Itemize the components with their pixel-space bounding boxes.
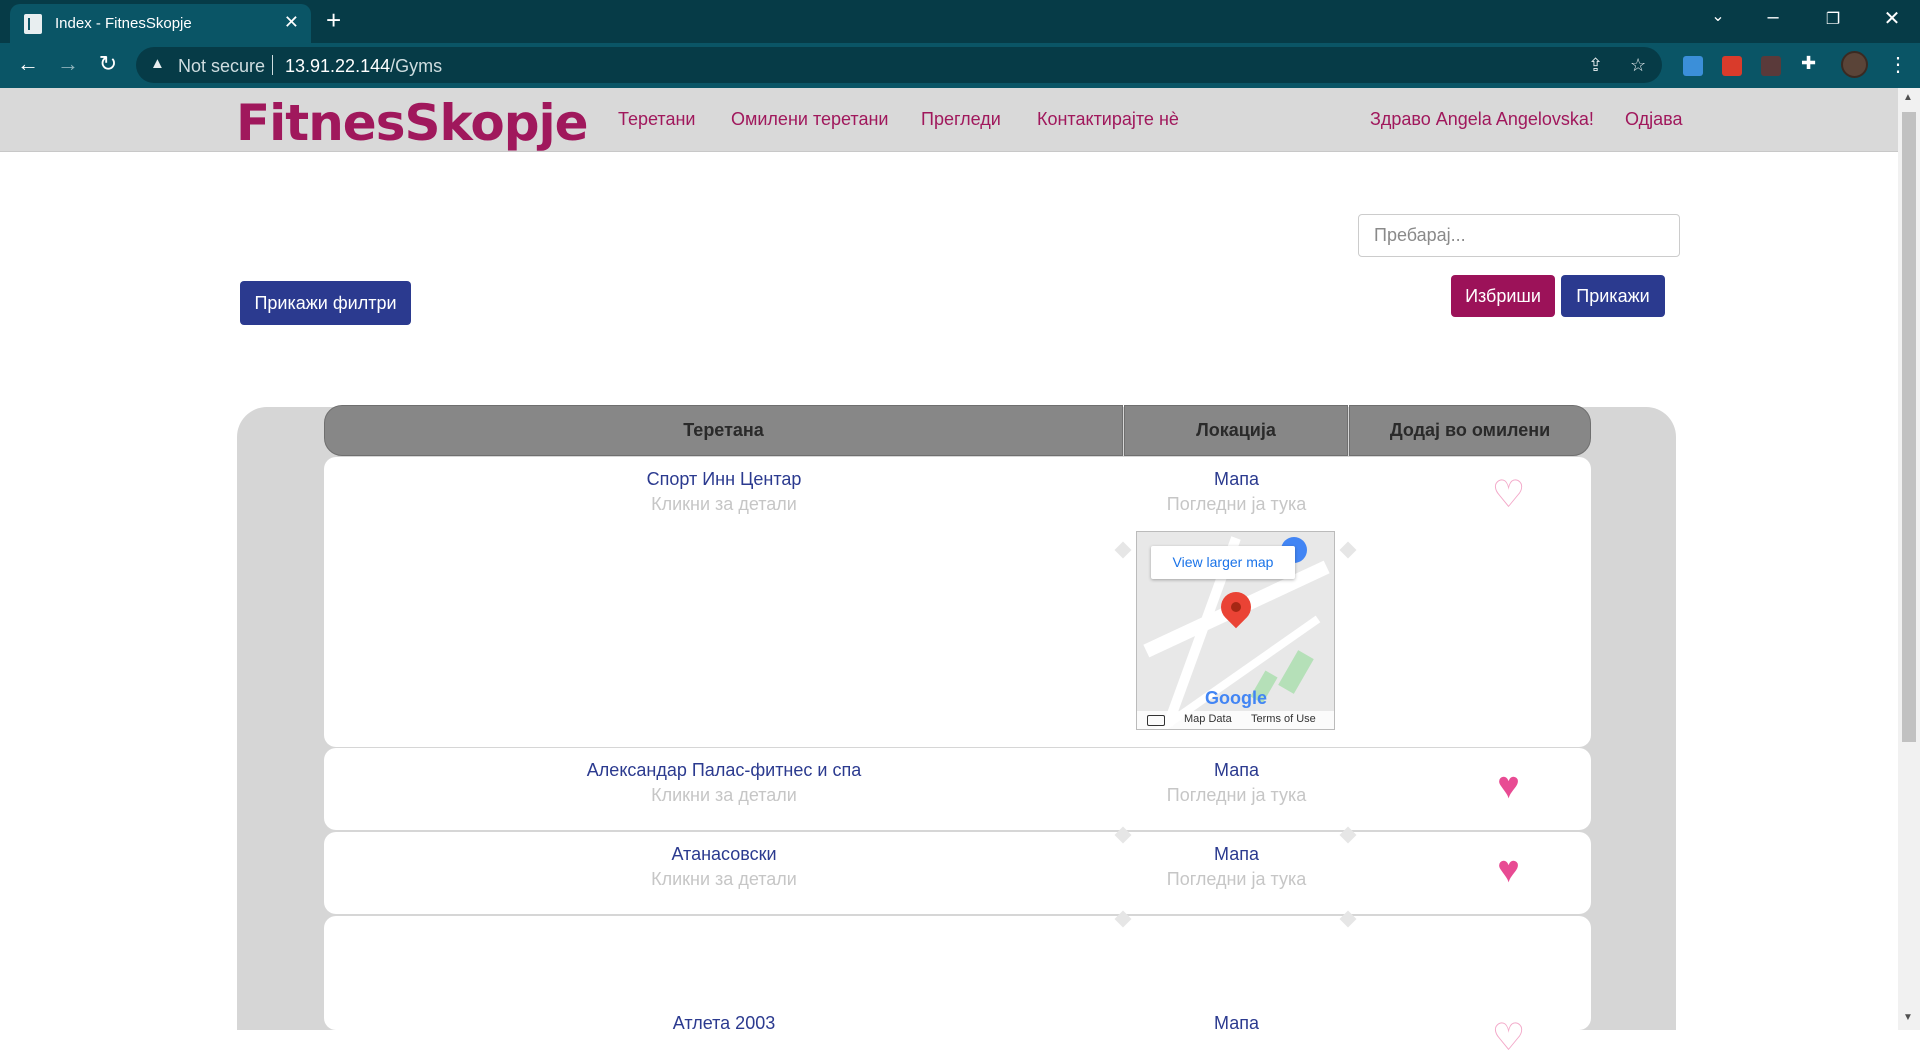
share-icon[interactable]: ⇪	[1588, 55, 1603, 76]
restore-icon[interactable]: ❐	[1813, 9, 1853, 29]
nav-favorite-gyms[interactable]: Омилени теретани	[731, 109, 888, 130]
map-footer: Map Data Terms of Use	[1137, 711, 1334, 729]
search-input[interactable]	[1358, 214, 1680, 257]
keyboard-icon[interactable]	[1147, 715, 1165, 726]
table-row: Атлета 2003 Мапа ♡	[324, 916, 1591, 1058]
user-greeting[interactable]: Здраво Angela Angelovska!	[1370, 109, 1594, 130]
nav-reviews[interactable]: Прегледи	[921, 109, 1001, 130]
reload-icon[interactable]: ↻	[93, 51, 123, 77]
map-hint[interactable]: Погледни ја тука	[1124, 494, 1349, 515]
extension-icon[interactable]	[1722, 56, 1742, 76]
extension-icon[interactable]	[1683, 56, 1703, 76]
url-path: /Gyms	[390, 56, 443, 76]
menu-icon[interactable]: ⋮	[1888, 52, 1908, 77]
map-embed[interactable]: View larger map Google Map Data Terms of…	[1136, 531, 1335, 730]
close-icon[interactable]: ✕	[284, 12, 299, 33]
table-row: Спорт Инн Центар Кликни за детали Мапа П…	[324, 457, 1591, 747]
forward-icon[interactable]: →	[53, 51, 83, 77]
gym-details-link[interactable]: Кликни за детали	[324, 785, 1124, 806]
scrollbar-thumb[interactable]	[1902, 112, 1916, 742]
map-park	[1278, 650, 1314, 694]
browser-tab[interactable]: Index - FitnesSkopje ✕	[10, 4, 311, 43]
gym-name-link[interactable]: Александар Палас-фитнес и спа	[324, 760, 1124, 781]
nav-gyms[interactable]: Теретани	[618, 109, 695, 130]
heart-outline-icon[interactable]: ♡	[1426, 1018, 1591, 1058]
header-favorite: Додај во омилени	[1349, 405, 1591, 456]
tab-title: Index - FitnesSkopje	[55, 15, 192, 32]
show-filters-button[interactable]: Прикажи филтри	[240, 281, 411, 325]
browser-tab-bar: Index - FitnesSkopje ✕ + ⌄ – ❐ ✕	[0, 0, 1920, 43]
puzzle-icon[interactable]: ✚	[1801, 53, 1821, 73]
page-icon	[24, 14, 42, 34]
star-icon[interactable]: ☆	[1630, 55, 1646, 76]
address-bar[interactable]: ▲ Not secure 13.91.22.144/Gyms ⇪ ☆	[136, 47, 1662, 83]
gym-name-link[interactable]: Атанасовски	[324, 844, 1124, 865]
minimize-icon[interactable]: –	[1753, 6, 1793, 29]
security-label: Not secure	[178, 56, 266, 76]
nav-contact[interactable]: Контактирајте нè	[1037, 109, 1179, 130]
heart-filled-icon[interactable]: ♥	[1426, 766, 1591, 806]
map-link[interactable]: Мапа	[1124, 760, 1349, 781]
extension-icon[interactable]	[1761, 56, 1781, 76]
show-button[interactable]: Прикажи	[1561, 275, 1665, 317]
table-row: Александар Палас-фитнес и спа Кликни за …	[324, 748, 1591, 830]
map-data-link[interactable]: Map Data	[1184, 713, 1232, 725]
terms-link[interactable]: Terms of Use	[1251, 713, 1316, 725]
table-row: Атанасовски Кликни за детали Мапа Поглед…	[324, 832, 1591, 914]
new-tab-button[interactable]: +	[326, 5, 341, 36]
header-gym: Теретана	[324, 405, 1123, 456]
google-logo-text: Google	[1205, 688, 1267, 708]
gym-name-link[interactable]: Атлета 2003	[324, 1013, 1124, 1034]
scroll-up-icon[interactable]: ▲	[1903, 92, 1913, 103]
window-close-icon[interactable]: ✕	[1872, 6, 1912, 31]
header-location: Локација	[1124, 405, 1348, 456]
site-logo[interactable]: FitnesSkopje	[236, 94, 589, 152]
gym-name-link[interactable]: Спорт Инн Центар	[324, 469, 1124, 490]
site-navbar: FitnesSkopje Теретани Омилени теретани П…	[0, 88, 1898, 152]
browser-toolbar: ← → ↻ ▲ Not secure 13.91.22.144/Gyms ⇪ ☆	[0, 43, 1920, 88]
map-link[interactable]: Мапа	[1124, 469, 1349, 490]
chevron-down-icon[interactable]: ⌄	[1698, 6, 1738, 26]
warning-icon: ▲	[150, 55, 165, 72]
view-larger-map-link[interactable]: View larger map	[1151, 546, 1295, 579]
gym-details-link[interactable]: Кликни за детали	[324, 494, 1124, 515]
avatar[interactable]	[1841, 51, 1868, 78]
heart-filled-icon[interactable]: ♥	[1426, 850, 1591, 890]
back-icon[interactable]: ←	[13, 51, 43, 77]
gym-details-link[interactable]: Кликни за детали	[324, 869, 1124, 890]
heart-outline-icon[interactable]: ♡	[1426, 475, 1591, 515]
google-logo: Google	[1205, 688, 1267, 709]
divider	[272, 55, 273, 75]
logout-link[interactable]: Одјава	[1625, 109, 1683, 130]
map-hint[interactable]: Погледни ја тука	[1124, 785, 1349, 806]
url-text: 13.91.22.144/Gyms	[285, 56, 442, 77]
scroll-down-icon[interactable]: ▼	[1903, 1012, 1913, 1023]
delete-button[interactable]: Избриши	[1451, 275, 1555, 317]
map-link[interactable]: Мапа	[1124, 844, 1349, 865]
url-host: 13.91.22.144	[285, 56, 391, 76]
map-hint[interactable]: Погледни ја тука	[1124, 869, 1349, 890]
map-link[interactable]: Мапа	[1124, 1013, 1349, 1034]
